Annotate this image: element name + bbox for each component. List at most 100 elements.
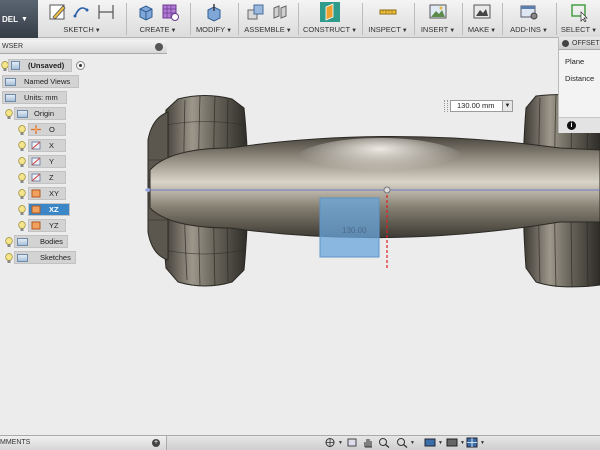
distance-field[interactable]: Distance	[559, 70, 600, 87]
browser-title: WSER	[2, 43, 23, 50]
construct-group[interactable]: CONSTRUCT▼	[300, 0, 360, 38]
distance-dropdown-button[interactable]: ▼	[503, 100, 513, 112]
input-drag-grip[interactable]	[444, 100, 448, 112]
dialog-collapse-icon[interactable]	[562, 40, 569, 47]
scripts-icon[interactable]	[519, 2, 539, 22]
pan-hand-icon[interactable]	[362, 437, 374, 448]
viewports-icon[interactable]	[466, 437, 478, 448]
plane-icon	[31, 189, 41, 198]
add-ins-label: ADD-INS	[510, 25, 541, 34]
select-icon[interactable]	[569, 2, 589, 22]
active-radio-icon[interactable]	[76, 61, 85, 70]
toolbar-divider	[414, 3, 415, 35]
tree-item-origin[interactable]: Origin	[14, 107, 66, 120]
tree-item-label: Y	[49, 157, 55, 166]
fit-icon[interactable]	[396, 437, 408, 448]
new-component-icon[interactable]	[246, 2, 266, 22]
dialog-header[interactable]: OFFSET	[559, 37, 600, 50]
select-group[interactable]: SELECT▼	[558, 0, 600, 38]
line-icon[interactable]	[72, 2, 92, 22]
insert-group[interactable]: INSERT▼	[416, 0, 460, 38]
tree-item-y-axis[interactable]: Y	[28, 155, 66, 168]
inspect-label: INSPECT	[368, 25, 401, 34]
orbit-caret-icon[interactable]: ▼	[338, 440, 343, 446]
main-toolbar: DEL ▼ SKETCH▼ CREATE▼ MODIFY▼ ASSEMBLE▼ …	[0, 0, 600, 38]
dimension-icon[interactable]	[96, 2, 116, 22]
visibility-bulb-icon[interactable]	[18, 173, 26, 184]
visibility-bulb-icon[interactable]	[18, 125, 26, 136]
joint-icon[interactable]	[270, 2, 290, 22]
workspace-switcher[interactable]: DEL ▼	[0, 0, 38, 38]
comments-panel-header[interactable]: MMENTS +	[0, 436, 167, 450]
tree-item-units[interactable]: Units: mm	[2, 91, 67, 104]
tree-item-label: O	[49, 125, 55, 134]
press-pull-icon[interactable]	[204, 2, 224, 22]
tree-item-z-axis[interactable]: Z	[28, 171, 66, 184]
offset-plane-dialog: OFFSET Plane Distance i	[558, 37, 600, 133]
zoom-caret-icon[interactable]: ▼	[410, 440, 415, 446]
visibility-bulb-icon[interactable]	[18, 141, 26, 152]
visibility-bulb-icon[interactable]	[5, 109, 13, 120]
viewports-caret-icon[interactable]: ▼	[480, 440, 485, 446]
tree-item-yz-plane[interactable]: YZ	[28, 219, 66, 232]
tree-item-sketches[interactable]: Sketches	[14, 251, 76, 264]
tree-item-xy-plane[interactable]: XY	[28, 187, 66, 200]
info-icon[interactable]: i	[567, 121, 576, 130]
offset-plane-icon[interactable]	[320, 2, 340, 22]
comments-label: MMENTS	[0, 439, 31, 446]
measure-icon[interactable]	[378, 2, 398, 22]
browser-header[interactable]: WSER	[0, 40, 167, 54]
form-icon[interactable]	[160, 2, 180, 22]
visibility-bulb-icon[interactable]	[5, 253, 13, 264]
viewport-canvas[interactable]: 130.00	[0, 39, 600, 435]
box-icon[interactable]	[136, 2, 156, 22]
tree-item-bodies[interactable]: Bodies	[14, 235, 68, 248]
display-settings-icon[interactable]	[424, 437, 436, 448]
create-sketch-icon[interactable]	[48, 2, 68, 22]
add-ins-group[interactable]: ADD-INS▼	[504, 0, 554, 38]
folder-icon	[17, 237, 28, 246]
orbit-icon[interactable]	[324, 437, 336, 448]
look-at-icon[interactable]	[346, 437, 358, 448]
visibility-bulb-icon[interactable]	[18, 157, 26, 168]
tree-item-label: XZ	[49, 205, 59, 214]
manipulator-handle[interactable]	[383, 186, 391, 194]
tree-item-xz-plane[interactable]: XZ	[28, 203, 70, 216]
visibility-bulb-icon[interactable]	[18, 221, 26, 232]
axis-icon	[31, 157, 41, 166]
make-group[interactable]: MAKE▼	[464, 0, 500, 38]
visibility-bulb-icon[interactable]	[5, 237, 13, 248]
collapse-browser-icon[interactable]	[155, 43, 163, 51]
modify-group[interactable]: MODIFY▼	[192, 0, 236, 38]
distance-input[interactable]: 130.00 mm	[450, 100, 503, 112]
axis-icon	[31, 141, 41, 150]
tree-item-origin-point[interactable]: O	[28, 123, 66, 136]
insert-canvas-icon[interactable]	[428, 2, 448, 22]
plane-icon	[31, 221, 41, 230]
create-group[interactable]: CREATE▼	[128, 0, 188, 38]
zoom-icon[interactable]	[378, 437, 390, 448]
tree-item-x-axis[interactable]: X	[28, 139, 66, 152]
axis-icon	[31, 173, 41, 182]
tree-item-named-views[interactable]: Named Views	[2, 75, 79, 88]
display-caret-icon[interactable]: ▼	[438, 440, 443, 446]
grid-caret-icon[interactable]: ▼	[460, 440, 465, 446]
visibility-bulb-icon[interactable]	[18, 205, 26, 216]
tree-item-label: Bodies	[40, 237, 63, 246]
sketch-caret-icon: ▼	[94, 28, 101, 34]
visibility-bulb-icon[interactable]	[18, 189, 26, 200]
grid-settings-icon[interactable]	[446, 437, 458, 448]
inspect-group[interactable]: INSPECT▼	[364, 0, 412, 38]
toolbar-divider	[238, 3, 239, 35]
plane-selector[interactable]: Plane	[559, 53, 600, 70]
assemble-group[interactable]: ASSEMBLE▼	[240, 0, 296, 38]
tree-item-document[interactable]: (Unsaved)	[8, 59, 72, 72]
select-caret-icon: ▼	[591, 28, 598, 34]
create-caret-icon: ▼	[170, 28, 177, 34]
tree-item-label: XY	[49, 189, 60, 198]
dialog-title: OFFSET	[572, 40, 600, 47]
3d-print-icon[interactable]	[472, 2, 492, 22]
toolbar-divider	[298, 3, 299, 35]
add-comment-icon[interactable]: +	[152, 439, 160, 447]
sketch-group[interactable]: SKETCH▼	[40, 0, 124, 38]
